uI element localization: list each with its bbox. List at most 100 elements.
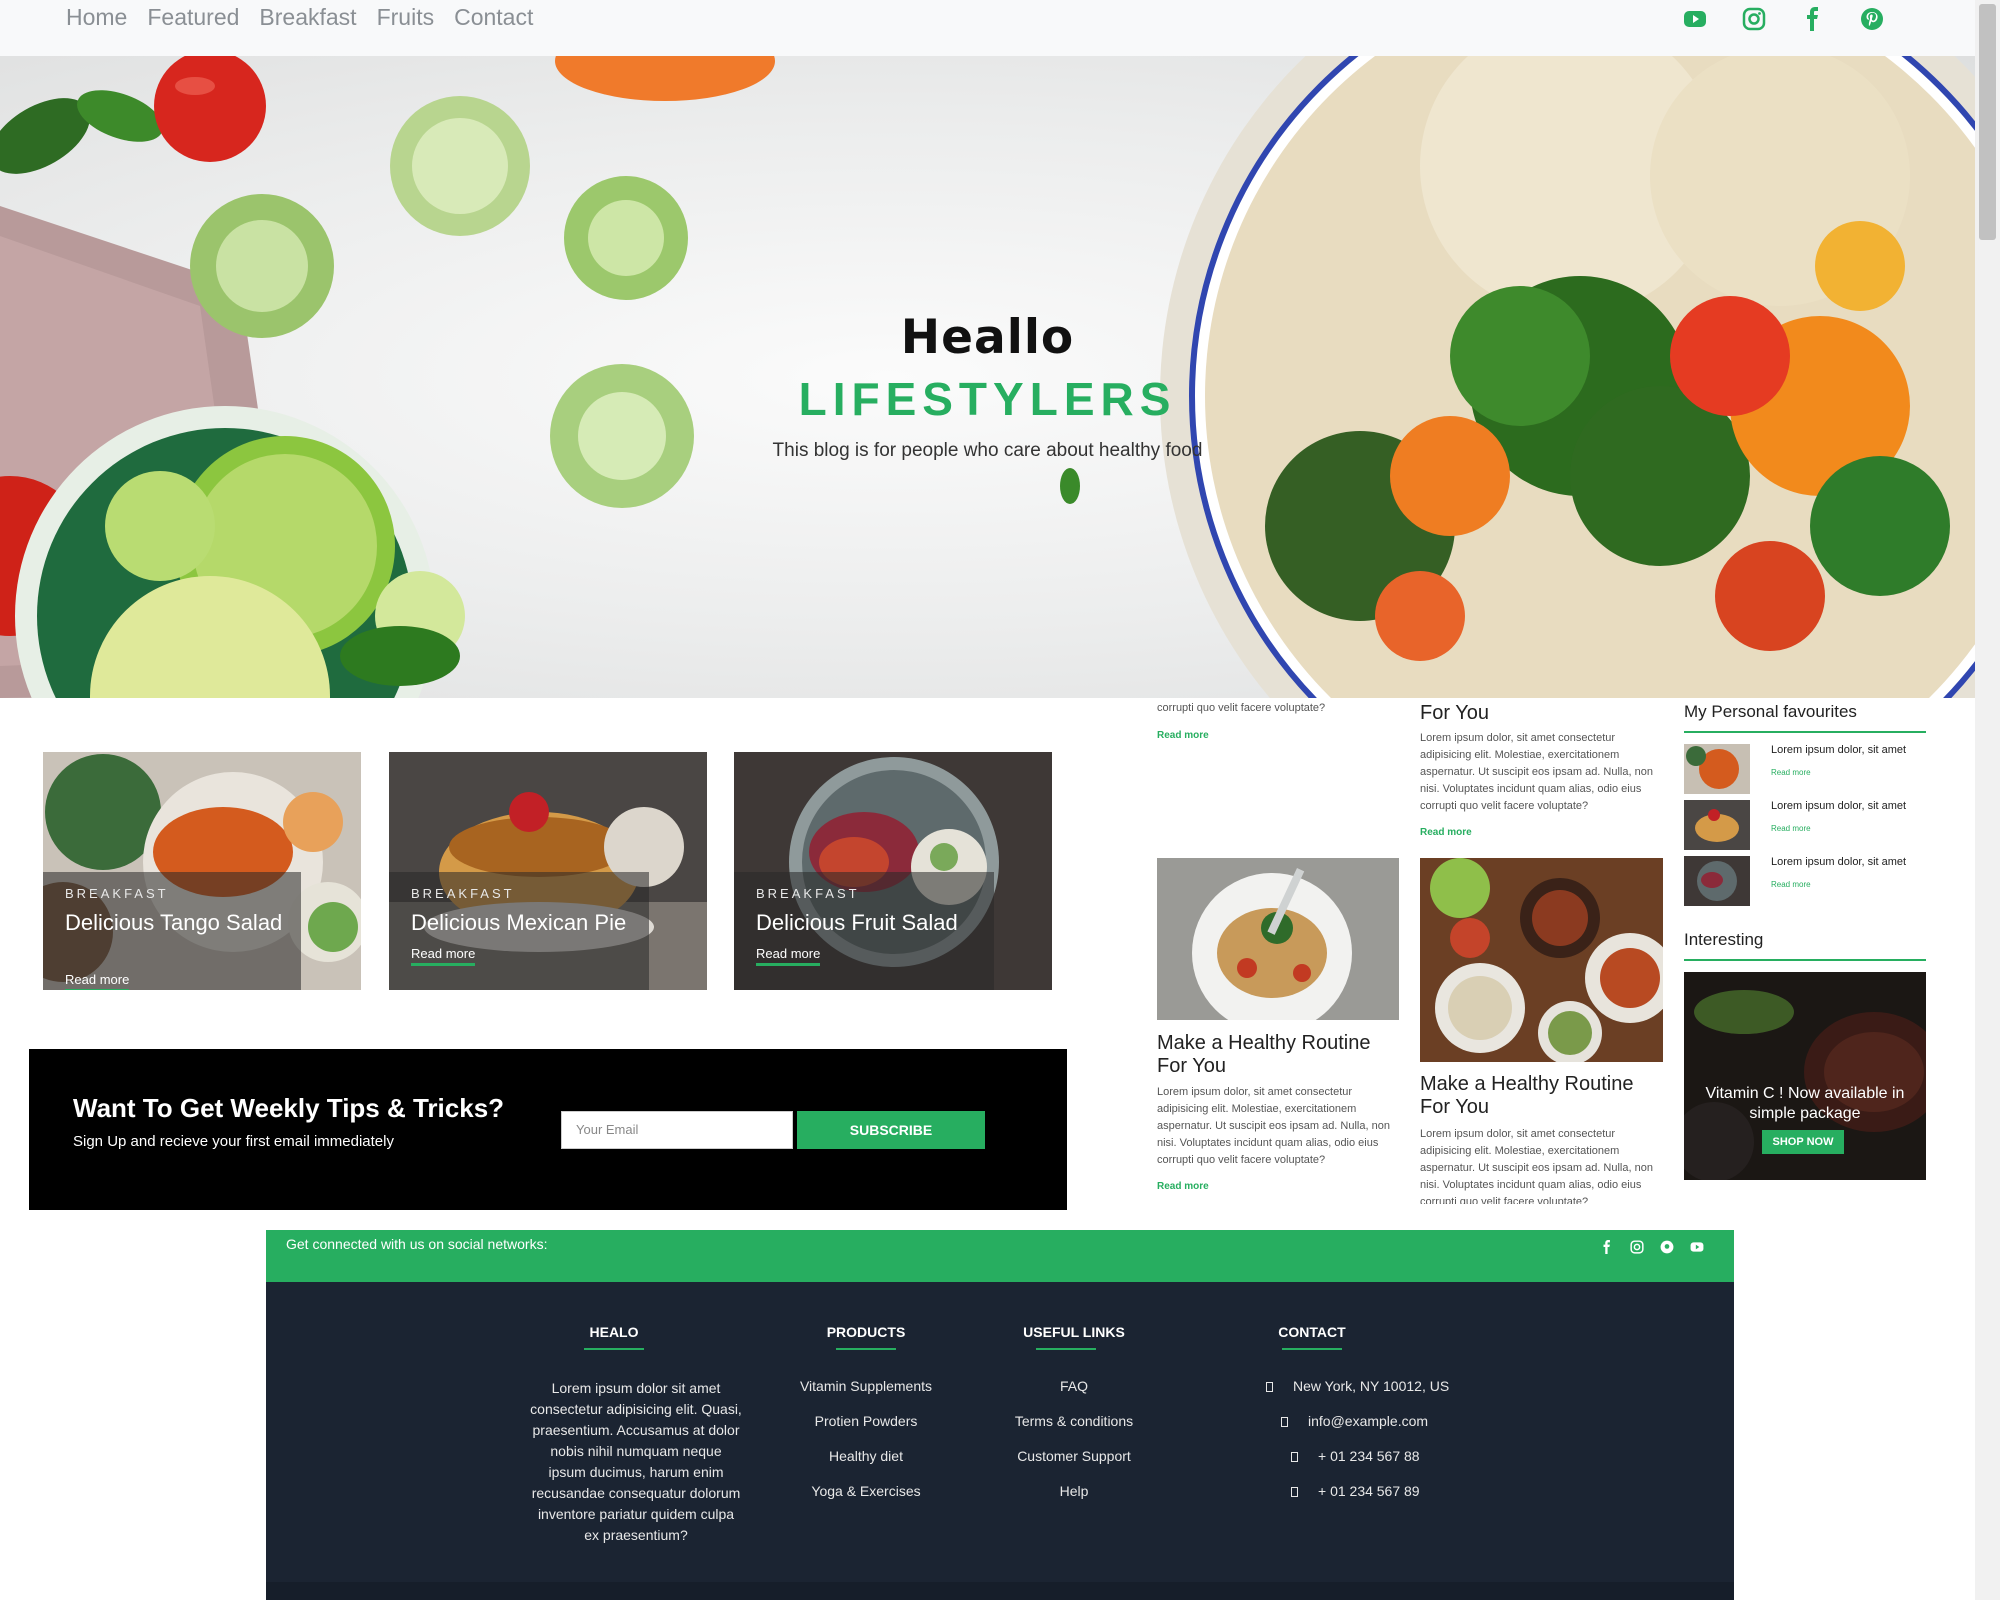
footer: HEALO Lorem ipsum dolor sit amet consect… bbox=[266, 1282, 1734, 1600]
favourite-3-read-more[interactable]: Read more bbox=[1771, 880, 1811, 889]
home-icon bbox=[1266, 1382, 1273, 1392]
promo-text: Vitamin C ! Now available in simple pack… bbox=[1705, 1085, 1905, 1122]
promo-card[interactable]: Vitamin C ! Now available in simple pack… bbox=[1684, 972, 1926, 1180]
footer-rule-useful-links bbox=[1036, 1348, 1096, 1350]
youtube-icon[interactable] bbox=[1690, 1240, 1704, 1259]
article-right-text: Lorem ipsum dolor, sit amet consectetur … bbox=[1420, 1128, 1653, 1204]
article-right-image[interactable] bbox=[1420, 858, 1663, 1062]
article-left-image[interactable] bbox=[1157, 858, 1399, 1020]
card-2-read-more[interactable]: Read more bbox=[411, 946, 476, 966]
footer-heading-contact: CONTACT bbox=[1278, 1324, 1346, 1340]
footer-contact-email[interactable]: info@example.com bbox=[1281, 1413, 1428, 1429]
nav-links: Home Featured Breakfast Fruits Contact bbox=[66, 4, 533, 31]
scrollbar-thumb[interactable] bbox=[1979, 4, 1996, 240]
footer-rule-healo bbox=[584, 1348, 644, 1350]
instagram-icon[interactable] bbox=[1741, 6, 1767, 32]
newsletter-title: Want To Get Weekly Tips & Tricks? bbox=[73, 1093, 505, 1123]
social-bar: Get connected with us on social networks… bbox=[266, 1230, 1734, 1282]
favourites-rule bbox=[1684, 731, 1926, 733]
page-scrollbar[interactable] bbox=[1975, 0, 2000, 1600]
email-input[interactable]: Your Email bbox=[561, 1111, 793, 1149]
nav-social-icons bbox=[1682, 6, 1885, 32]
footer-link-terms[interactable]: Terms & conditions bbox=[974, 1413, 1174, 1429]
featured-card-1[interactable]: BREAKFAST Delicious Tango Salad Read mor… bbox=[43, 752, 361, 990]
footer-about-text: Lorem ipsum dolor sit amet consectetur a… bbox=[530, 1380, 742, 1543]
nav-link-home[interactable]: Home bbox=[66, 4, 127, 31]
card-2-category: BREAKFAST bbox=[411, 886, 515, 901]
nav-link-featured[interactable]: Featured bbox=[147, 4, 239, 31]
facebook-icon[interactable] bbox=[1600, 1240, 1614, 1259]
favourite-1-read-more[interactable]: Read more bbox=[1771, 768, 1811, 777]
pinterest-icon[interactable] bbox=[1660, 1240, 1674, 1259]
favourite-2-thumb[interactable] bbox=[1684, 800, 1750, 850]
favourite-3-thumb[interactable] bbox=[1684, 856, 1750, 906]
shop-now-button[interactable]: SHOP NOW bbox=[1762, 1130, 1844, 1154]
card-3-title[interactable]: Delicious Fruit Salad bbox=[756, 910, 1036, 936]
favourite-2-title[interactable]: Lorem ipsum dolor, sit amet bbox=[1771, 800, 1906, 812]
favourite-1-thumb[interactable] bbox=[1684, 744, 1750, 794]
footer-rule-contact bbox=[1282, 1348, 1342, 1350]
facebook-icon[interactable] bbox=[1800, 6, 1826, 32]
phone-icon bbox=[1291, 1452, 1298, 1462]
article-top-left-text: corrupti quo velit facere voluptate? bbox=[1157, 702, 1326, 714]
footer-link-help[interactable]: Help bbox=[974, 1483, 1174, 1499]
top-navbar: Home Featured Breakfast Fruits Contact bbox=[0, 0, 1975, 56]
footer-contact-address: New York, NY 10012, US bbox=[1266, 1378, 1449, 1394]
hero-title: Heallo bbox=[900, 310, 1075, 365]
favourite-3-title[interactable]: Lorem ipsum dolor, sit amet bbox=[1771, 856, 1906, 868]
print-icon bbox=[1291, 1487, 1298, 1497]
favourites-heading: My Personal favourites bbox=[1684, 702, 1857, 721]
featured-card-3[interactable]: BREAKFAST Delicious Fruit Salad Read mor… bbox=[734, 752, 1052, 990]
newsletter-subtitle: Sign Up and recieve your first email imm… bbox=[73, 1133, 394, 1150]
social-bar-text: Get connected with us on social networks… bbox=[286, 1236, 548, 1252]
article-top-right-read-more[interactable]: Read more bbox=[1420, 827, 1472, 838]
pinterest-icon[interactable] bbox=[1859, 6, 1885, 32]
footer-copyright-strip bbox=[266, 1582, 1734, 1600]
footer-product-3[interactable]: Healthy diet bbox=[766, 1448, 966, 1464]
subscribe-button[interactable]: SUBSCRIBE bbox=[797, 1111, 985, 1149]
article-left-text: Lorem ipsum dolor, sit amet consectetur … bbox=[1157, 1086, 1390, 1166]
social-bar-icons bbox=[1600, 1240, 1704, 1259]
footer-link-faq[interactable]: FAQ bbox=[974, 1378, 1174, 1394]
footer-product-4[interactable]: Yoga & Exercises bbox=[766, 1483, 966, 1499]
card-1-category: BREAKFAST bbox=[65, 886, 169, 901]
envelope-icon bbox=[1281, 1417, 1288, 1427]
interesting-heading: Interesting bbox=[1684, 930, 1764, 949]
footer-heading-useful-links: USEFUL LINKS bbox=[1023, 1324, 1125, 1340]
hero-subtitle: LIFESTYLERS bbox=[798, 373, 1177, 425]
card-2-title[interactable]: Delicious Mexican Pie bbox=[411, 910, 691, 936]
hero-tagline: This blog is for people who care about h… bbox=[772, 440, 1203, 461]
card-1-title[interactable]: Delicious Tango Salad bbox=[65, 910, 305, 936]
card-3-category: BREAKFAST bbox=[756, 886, 860, 901]
nav-link-breakfast[interactable]: Breakfast bbox=[259, 4, 356, 31]
article-top-left-read-more[interactable]: Read more bbox=[1157, 730, 1209, 741]
instagram-icon[interactable] bbox=[1630, 1240, 1644, 1259]
favourite-1-title[interactable]: Lorem ipsum dolor, sit amet bbox=[1771, 744, 1906, 756]
card-3-read-more[interactable]: Read more bbox=[756, 946, 821, 966]
page: Home Featured Breakfast Fruits Contact H… bbox=[0, 0, 2000, 1600]
footer-link-support[interactable]: Customer Support bbox=[974, 1448, 1174, 1464]
card-1-read-more[interactable]: Read more bbox=[65, 972, 130, 990]
article-left-read-more[interactable]: Read more bbox=[1157, 1181, 1209, 1192]
article-top-right-title[interactable]: For You bbox=[1420, 702, 1665, 725]
pasta-image bbox=[1157, 858, 1399, 1020]
article-right-title[interactable]: Make a Healthy Routine For You bbox=[1420, 1073, 1665, 1119]
footer-product-2[interactable]: Protien Powders bbox=[766, 1413, 966, 1429]
footer-contact-phone-2: + 01 234 567 89 bbox=[1291, 1483, 1420, 1499]
article-top-right-text: Lorem ipsum dolor, sit amet consectetur … bbox=[1420, 732, 1653, 812]
article-left-title[interactable]: Make a Healthy Routine For You bbox=[1157, 1032, 1399, 1078]
hero-banner: Heallo LIFESTYLERS This blog is for peop… bbox=[0, 56, 1975, 698]
footer-contact-phone-1: + 01 234 567 88 bbox=[1291, 1448, 1420, 1464]
featured-card-2[interactable]: BREAKFAST Delicious Mexican Pie Read mor… bbox=[389, 752, 707, 990]
footer-heading-healo: HEALO bbox=[589, 1324, 639, 1340]
youtube-icon[interactable] bbox=[1682, 6, 1708, 32]
footer-rule-products bbox=[836, 1348, 896, 1350]
nav-link-contact[interactable]: Contact bbox=[454, 4, 533, 31]
table-dishes-image bbox=[1420, 858, 1663, 1062]
newsletter-banner: Want To Get Weekly Tips & Tricks? Sign U… bbox=[29, 1049, 1067, 1210]
footer-product-1[interactable]: Vitamin Supplements bbox=[766, 1378, 966, 1394]
interesting-rule bbox=[1684, 959, 1926, 961]
favourite-2-read-more[interactable]: Read more bbox=[1771, 824, 1811, 833]
nav-link-fruits[interactable]: Fruits bbox=[377, 4, 435, 31]
footer-heading-products: PRODUCTS bbox=[826, 1324, 906, 1340]
